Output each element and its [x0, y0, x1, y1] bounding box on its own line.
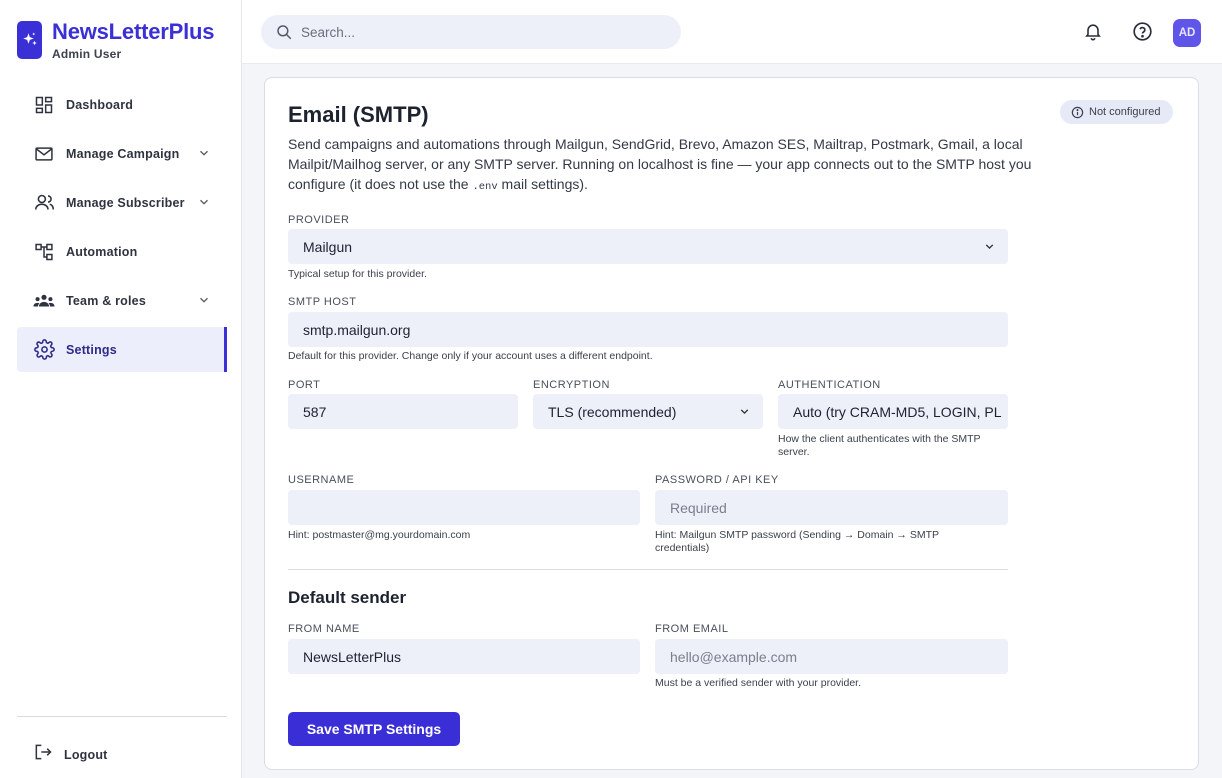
- from-email-label: FROM EMAIL: [655, 623, 729, 635]
- encryption-select[interactable]: TLS (recommended): [533, 394, 763, 429]
- authentication-hint: How the client authenticates with the SM…: [778, 433, 981, 458]
- avatar[interactable]: AD: [1173, 19, 1201, 47]
- status-badge: Not configured: [1060, 100, 1173, 124]
- chevron-down-icon: [200, 150, 208, 156]
- provider-label: PROVIDER: [288, 214, 350, 226]
- sidebar-item-settings[interactable]: Settings: [17, 327, 227, 372]
- info-icon: [1071, 106, 1084, 119]
- env-code: .env: [472, 181, 498, 193]
- port-field[interactable]: 587: [288, 394, 518, 429]
- from-name-label: FROM NAME: [288, 623, 360, 635]
- team-icon: [33, 290, 55, 312]
- logout-button[interactable]: Logout: [17, 732, 227, 777]
- sidebar-item-label: Team & roles: [66, 293, 146, 308]
- save-smtp-settings-button[interactable]: Save SMTP Settings: [288, 712, 460, 746]
- from-email-hint: Must be a verified sender with your prov…: [655, 677, 862, 689]
- provider-value: Mailgun: [303, 238, 353, 255]
- password-hint: Hint: Mailgun SMTP password (Sending → D…: [655, 529, 939, 554]
- sidebar-item-automation[interactable]: Automation: [17, 229, 227, 274]
- authentication-select[interactable]: Auto (try CRAM-MD5, LOGIN, PL: [778, 394, 1008, 429]
- sidebar-item-label: Dashboard: [66, 97, 134, 112]
- smtp-host-value: smtp.mailgun.org: [303, 321, 411, 338]
- port-label: PORT: [288, 379, 321, 391]
- status-text: Not configured: [1089, 106, 1161, 118]
- password-field[interactable]: Required: [655, 490, 1008, 525]
- chevron-down-icon: [740, 409, 749, 415]
- users-icon: [33, 192, 55, 214]
- workflow-icon: [33, 241, 55, 263]
- sidebar-item-label: Manage Campaign: [66, 146, 180, 161]
- authentication-label: AUTHENTICATION: [778, 379, 881, 391]
- from-name-value: NewsLetterPlus: [303, 648, 402, 665]
- help-icon[interactable]: [1130, 19, 1154, 43]
- page-description: Send campaigns and automations through M…: [288, 136, 1032, 193]
- dashboard-icon: [33, 94, 55, 116]
- page-title: Email (SMTP): [288, 102, 429, 127]
- sidebar-nav: Dashboard Manage Campaign Manage Subscri…: [17, 82, 227, 376]
- sidebar-item-dashboard[interactable]: Dashboard: [17, 82, 227, 127]
- sidebar-item-label: Settings: [66, 342, 117, 357]
- smtp-host-hint: Default for this provider. Change only i…: [288, 350, 653, 362]
- authentication-value: Auto (try CRAM-MD5, LOGIN, PL: [793, 403, 1002, 420]
- from-name-field[interactable]: NewsLetterPlus: [288, 639, 640, 674]
- brand[interactable]: NewsLetterPlus Admin User: [17, 21, 214, 61]
- chevron-down-icon: [985, 244, 994, 250]
- search-input[interactable]: [301, 24, 661, 40]
- username-label: USERNAME: [288, 474, 355, 486]
- smtp-settings-card: Email (SMTP) Not configured Send campaig…: [264, 77, 1199, 770]
- search-icon: [277, 25, 292, 40]
- current-user-name: Admin User: [52, 47, 122, 61]
- search-bar[interactable]: [261, 15, 681, 49]
- sidebar-item-label: Manage Subscriber: [66, 195, 185, 210]
- encryption-value: TLS (recommended): [548, 403, 677, 420]
- username-field[interactable]: [288, 490, 640, 525]
- password-label: PASSWORD / API KEY: [655, 474, 779, 486]
- smtp-host-label: SMTP HOST: [288, 296, 357, 308]
- chevron-down-icon: [200, 297, 208, 303]
- sparkle-icon: [17, 21, 42, 59]
- provider-select[interactable]: Mailgun: [288, 229, 1008, 264]
- bell-icon[interactable]: [1081, 19, 1105, 43]
- logout-icon: [33, 742, 53, 767]
- logout-label: Logout: [64, 747, 108, 762]
- sidebar-divider: [17, 716, 227, 717]
- sidebar-item-manage-campaign[interactable]: Manage Campaign: [17, 131, 227, 176]
- from-email-placeholder: hello@example.com: [670, 648, 798, 665]
- default-sender-title: Default sender: [288, 588, 407, 607]
- mail-icon: [33, 143, 55, 165]
- port-value: 587: [303, 403, 327, 420]
- chevron-down-icon: [200, 199, 208, 205]
- username-hint: Hint: postmaster@mg.yourdomain.com: [288, 529, 471, 541]
- topbar: AD: [242, 0, 1222, 64]
- sidebar-item-team-roles[interactable]: Team & roles: [17, 278, 227, 323]
- gear-icon: [33, 339, 55, 361]
- smtp-host-field[interactable]: smtp.mailgun.org: [288, 312, 1008, 347]
- provider-hint: Typical setup for this provider.: [288, 268, 427, 280]
- sidebar-item-manage-subscriber[interactable]: Manage Subscriber: [17, 180, 227, 225]
- sidebar: NewsLetterPlus Admin User Dashboard Mana…: [0, 0, 242, 778]
- sidebar-item-label: Automation: [66, 244, 138, 259]
- brand-name: NewsLetterPlus: [52, 19, 215, 44]
- section-divider: [288, 569, 1008, 570]
- from-email-field[interactable]: hello@example.com: [655, 639, 1008, 674]
- password-placeholder: Required: [670, 499, 727, 516]
- encryption-label: ENCRYPTION: [533, 379, 610, 391]
